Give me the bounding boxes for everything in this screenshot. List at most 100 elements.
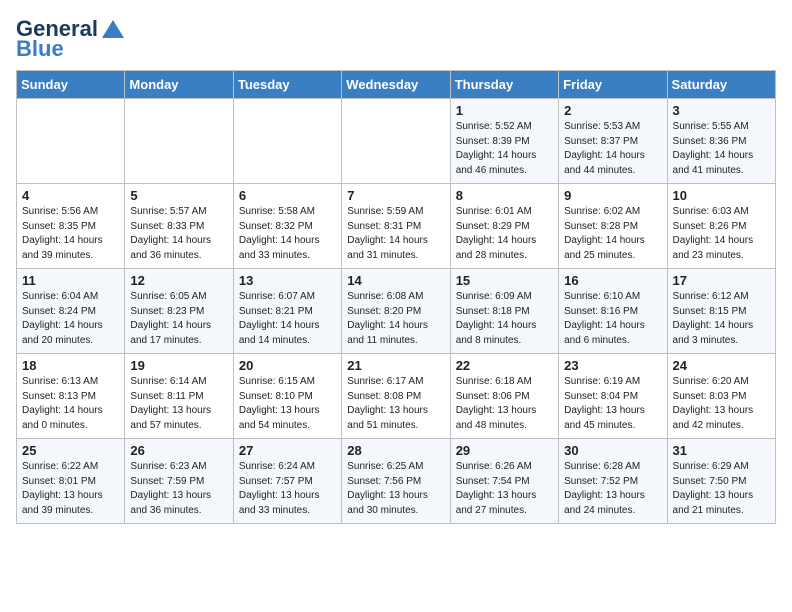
day-number: 22 [456,358,553,373]
day-info: Sunrise: 6:10 AM Sunset: 8:16 PM Dayligh… [564,290,661,348]
day-info: Sunrise: 5:52 AM Sunset: 8:39 PM Dayligh… [456,120,553,178]
day-cell: 26 Sunrise: 6:23 AM Sunset: 7:59 PM Dayli… [125,439,233,524]
day-cell: 16 Sunrise: 6:10 AM Sunset: 8:16 PM Dayli… [559,269,667,354]
day-number: 30 [564,443,661,458]
day-cell: 20 Sunrise: 6:15 AM Sunset: 8:10 PM Dayli… [233,354,341,439]
day-info: Sunrise: 6:12 AM Sunset: 8:15 PM Dayligh… [673,290,770,348]
day-info: Sunrise: 6:04 AM Sunset: 8:24 PM Dayligh… [22,290,119,348]
logo-blue: Blue [16,36,64,62]
day-info: Sunrise: 6:15 AM Sunset: 8:10 PM Dayligh… [239,375,336,433]
day-cell: 5Sunrise: 5:57 AM Sunset: 8:33 PM Daylig… [125,184,233,269]
logo-icon [102,20,124,38]
week-row-5: 25 Sunrise: 6:22 AM Sunset: 8:01 PM Dayli… [17,439,776,524]
day-cell: 19 Sunrise: 6:14 AM Sunset: 8:11 PM Dayli… [125,354,233,439]
day-number: 11 [22,273,119,288]
day-number: 23 [564,358,661,373]
day-cell: 6 Sunrise: 5:58 AM Sunset: 8:32 PM Daylig… [233,184,341,269]
day-header-tuesday: Tuesday [233,71,341,99]
day-info: Sunrise: 6:24 AM Sunset: 7:57 PM Dayligh… [239,460,336,518]
calendar-header: SundayMondayTuesdayWednesdayThursdayFrid… [17,71,776,99]
day-info: Sunrise: 5:56 AM Sunset: 8:35 PM Dayligh… [22,205,119,263]
day-number: 4 [22,188,119,203]
calendar-body: 1 Sunrise: 5:52 AM Sunset: 8:39 PM Daylig… [17,99,776,524]
day-header-friday: Friday [559,71,667,99]
day-cell: 31 Sunrise: 6:29 AM Sunset: 7:50 PM Dayli… [667,439,775,524]
day-info: Sunrise: 6:14 AM Sunset: 8:11 PM Dayligh… [130,375,227,433]
day-cell: 24 Sunrise: 6:20 AM Sunset: 8:03 PM Dayli… [667,354,775,439]
day-header-saturday: Saturday [667,71,775,99]
week-row-1: 1 Sunrise: 5:52 AM Sunset: 8:39 PM Daylig… [17,99,776,184]
day-info: Sunrise: 5:55 AM Sunset: 8:36 PM Dayligh… [673,120,770,178]
day-header-monday: Monday [125,71,233,99]
day-info: Sunrise: 6:05 AM Sunset: 8:23 PM Dayligh… [130,290,227,348]
day-cell: 28Sunrise: 6:25 AM Sunset: 7:56 PM Dayli… [342,439,450,524]
day-info: Sunrise: 5:58 AM Sunset: 8:32 PM Dayligh… [239,205,336,263]
day-number: 16 [564,273,661,288]
day-number: 10 [673,188,770,203]
day-info: Sunrise: 6:19 AM Sunset: 8:04 PM Dayligh… [564,375,661,433]
day-cell: 10 Sunrise: 6:03 AM Sunset: 8:26 PM Dayli… [667,184,775,269]
week-row-3: 11 Sunrise: 6:04 AM Sunset: 8:24 PM Dayli… [17,269,776,354]
day-number: 2 [564,103,661,118]
logo: General Blue [16,16,124,62]
day-cell: 4 Sunrise: 5:56 AM Sunset: 8:35 PM Daylig… [17,184,125,269]
day-info: Sunrise: 6:17 AM Sunset: 8:08 PM Dayligh… [347,375,444,433]
day-number: 6 [239,188,336,203]
day-number: 1 [456,103,553,118]
day-number: 13 [239,273,336,288]
day-cell: 2 Sunrise: 5:53 AM Sunset: 8:37 PM Daylig… [559,99,667,184]
day-number: 27 [239,443,336,458]
day-number: 21 [347,358,444,373]
day-number: 12 [130,273,227,288]
day-cell: 8 Sunrise: 6:01 AM Sunset: 8:29 PM Daylig… [450,184,558,269]
day-info: Sunrise: 6:22 AM Sunset: 8:01 PM Dayligh… [22,460,119,518]
day-cell: 7Sunrise: 5:59 AM Sunset: 8:31 PM Daylig… [342,184,450,269]
day-cell: 27 Sunrise: 6:24 AM Sunset: 7:57 PM Dayli… [233,439,341,524]
day-number: 9 [564,188,661,203]
day-header-sunday: Sunday [17,71,125,99]
day-number: 29 [456,443,553,458]
week-row-2: 4 Sunrise: 5:56 AM Sunset: 8:35 PM Daylig… [17,184,776,269]
day-info: Sunrise: 6:29 AM Sunset: 7:50 PM Dayligh… [673,460,770,518]
day-cell: 14 Sunrise: 6:08 AM Sunset: 8:20 PM Dayli… [342,269,450,354]
day-header-wednesday: Wednesday [342,71,450,99]
day-number: 31 [673,443,770,458]
day-info: Sunrise: 6:20 AM Sunset: 8:03 PM Dayligh… [673,375,770,433]
day-info: Sunrise: 5:53 AM Sunset: 8:37 PM Dayligh… [564,120,661,178]
day-info: Sunrise: 6:08 AM Sunset: 8:20 PM Dayligh… [347,290,444,348]
day-number: 5 [130,188,227,203]
day-cell: 29 Sunrise: 6:26 AM Sunset: 7:54 PM Dayli… [450,439,558,524]
day-info: Sunrise: 6:07 AM Sunset: 8:21 PM Dayligh… [239,290,336,348]
day-cell [17,99,125,184]
day-cell: 11 Sunrise: 6:04 AM Sunset: 8:24 PM Dayli… [17,269,125,354]
day-cell: 18Sunrise: 6:13 AM Sunset: 8:13 PM Dayli… [17,354,125,439]
week-row-4: 18Sunrise: 6:13 AM Sunset: 8:13 PM Dayli… [17,354,776,439]
day-number: 3 [673,103,770,118]
day-info: Sunrise: 6:23 AM Sunset: 7:59 PM Dayligh… [130,460,227,518]
day-number: 8 [456,188,553,203]
day-info: Sunrise: 6:01 AM Sunset: 8:29 PM Dayligh… [456,205,553,263]
day-number: 20 [239,358,336,373]
day-cell: 1 Sunrise: 5:52 AM Sunset: 8:39 PM Daylig… [450,99,558,184]
day-number: 19 [130,358,227,373]
day-cell: 21 Sunrise: 6:17 AM Sunset: 8:08 PM Dayli… [342,354,450,439]
day-cell [342,99,450,184]
day-cell: 3 Sunrise: 5:55 AM Sunset: 8:36 PM Daylig… [667,99,775,184]
day-number: 28 [347,443,444,458]
day-number: 24 [673,358,770,373]
day-number: 26 [130,443,227,458]
day-info: Sunrise: 5:59 AM Sunset: 8:31 PM Dayligh… [347,205,444,263]
day-info: Sunrise: 6:13 AM Sunset: 8:13 PM Dayligh… [22,375,119,433]
day-cell: 17Sunrise: 6:12 AM Sunset: 8:15 PM Dayli… [667,269,775,354]
day-info: Sunrise: 6:03 AM Sunset: 8:26 PM Dayligh… [673,205,770,263]
day-header-thursday: Thursday [450,71,558,99]
day-cell: 25 Sunrise: 6:22 AM Sunset: 8:01 PM Dayli… [17,439,125,524]
day-number: 25 [22,443,119,458]
day-info: Sunrise: 6:02 AM Sunset: 8:28 PM Dayligh… [564,205,661,263]
day-info: Sunrise: 6:18 AM Sunset: 8:06 PM Dayligh… [456,375,553,433]
day-cell [125,99,233,184]
calendar-table: SundayMondayTuesdayWednesdayThursdayFrid… [16,70,776,524]
day-info: Sunrise: 6:26 AM Sunset: 7:54 PM Dayligh… [456,460,553,518]
day-number: 14 [347,273,444,288]
day-cell: 9 Sunrise: 6:02 AM Sunset: 8:28 PM Daylig… [559,184,667,269]
